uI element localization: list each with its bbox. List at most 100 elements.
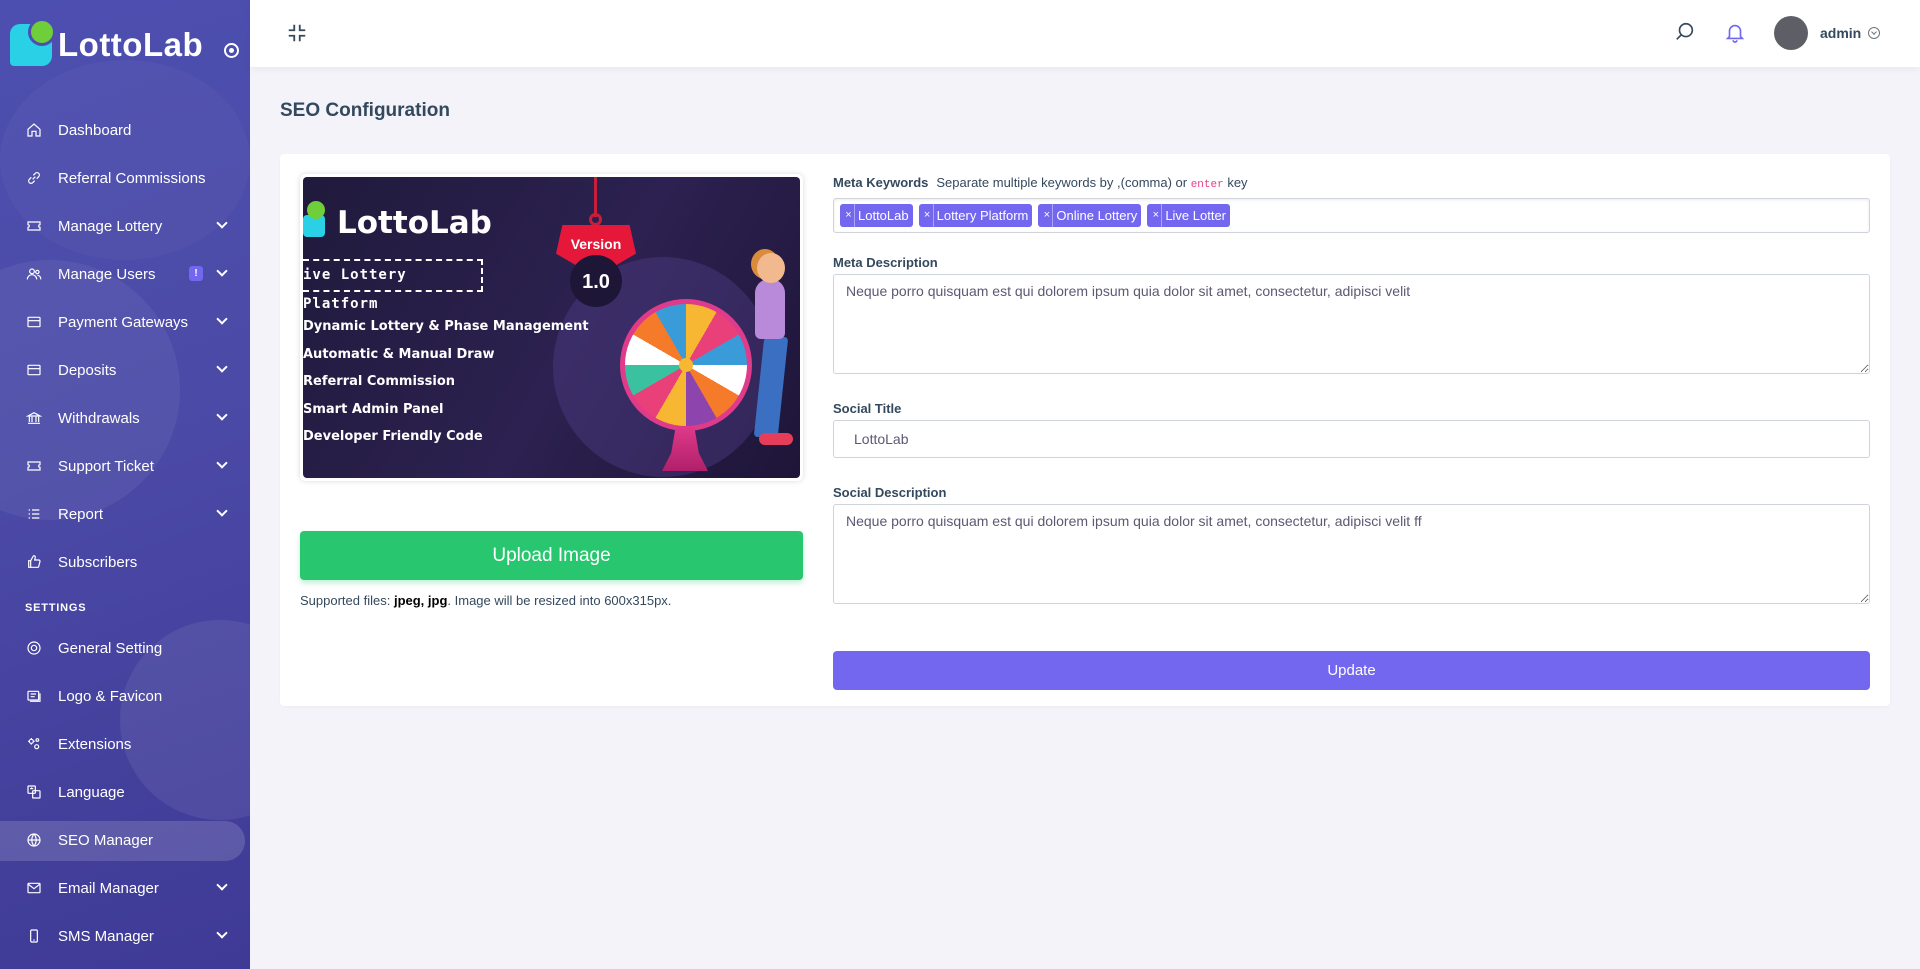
preview-decoration [594,177,597,217]
sidebar-item-language[interactable]: Language [0,768,250,816]
upload-note-prefix: Supported files: [300,593,394,608]
social-description-field[interactable]: Neque porro quisquam est qui dolorem ips… [833,504,1870,604]
sidebar-item-label: Payment Gateways [58,313,189,331]
home-icon [25,121,43,139]
chevron-down-icon [216,313,228,325]
mobile-icon [25,927,43,945]
sidebar-item-support-ticket[interactable]: Support Ticket [0,442,250,490]
hint-comma: ,(comma) or [1117,175,1191,190]
upload-note-types: jpeg, jpg [393,593,448,608]
keyword-tag-label: LottoLab [858,208,909,223]
language-icon [25,783,43,801]
sidebar-item-withdrawals[interactable]: Withdrawals [0,394,250,442]
sidebar-toggle-icon[interactable] [224,43,239,58]
sidebar: LottoLab Dashboard Referral Commissions … [0,0,250,969]
compress-icon[interactable] [286,22,308,44]
brand-name: LottoLab [58,26,204,63]
preview-version-number: 1.0 [570,255,622,307]
remove-tag-button[interactable]: × [1150,204,1163,227]
avatar[interactable] [1774,16,1808,50]
sidebar-item-label: Manage Lottery [58,217,163,235]
credit-card-icon [25,361,43,379]
list-icon [25,505,43,523]
link-icon [25,169,43,187]
preview-logo-text: LottoLab [337,205,492,241]
sidebar-item-subscribers[interactable]: Subscribers [0,538,250,586]
chevron-down-icon [216,505,228,517]
sidebar-item-label: Email Manager [58,879,159,897]
keyword-tag: × Live Lotter [1147,204,1231,227]
chevron-down-icon [216,217,228,229]
sidebar-item-manage-users[interactable]: Manage Users ! [0,250,250,298]
chevron-down-icon [216,361,228,373]
sidebar-item-label: Deposits [58,361,117,379]
social-title-label: Social Title [833,401,902,416]
search-icon[interactable] [1674,21,1696,43]
meta-keywords-label-row: Meta Keywords Separate multiple keywords … [833,174,1248,192]
lottery-wheel-illustration [620,299,752,431]
keyword-tag: × LottoLab [840,204,913,227]
credit-card-icon [25,313,43,331]
meta-keywords-label: Meta Keywords [833,175,929,190]
sidebar-item-general-setting[interactable]: General Setting [0,624,250,672]
meta-keywords-input[interactable]: × LottoLab × Lottery Platform × Online Lott… [833,198,1870,233]
sidebar-item-label: Subscribers [58,553,138,571]
preview-feature: Dynamic Lottery & Phase Management [303,319,589,334]
chevron-down-icon [216,927,228,939]
sidebar-item-payment-gateways[interactable]: Payment Gateways [0,298,250,346]
sidebar-item-email-manager[interactable]: Email Manager [0,864,250,912]
bell-icon[interactable] [1724,21,1746,43]
sidebar-item-label: SMS Manager [58,927,154,945]
sidebar-item-label: Referral Commissions [58,169,206,187]
sidebar-item-report[interactable]: Report [0,490,250,538]
thumbs-up-icon [25,553,43,571]
hint-key: enter [1190,179,1224,191]
upload-image-button[interactable]: Upload Image [300,531,803,580]
brand-logo[interactable]: LottoLab [10,18,204,70]
preview-feature: Automatic & Manual Draw [303,347,495,362]
images-icon [25,687,43,705]
remove-tag-button[interactable]: × [1041,204,1054,227]
sidebar-item-referral-commissions[interactable]: Referral Commissions [0,154,250,202]
remove-tag-button[interactable]: × [922,204,934,227]
ticket-icon [25,457,43,475]
preview-feature: Referral Commission [303,374,456,389]
sidebar-item-dashboard[interactable]: Dashboard [0,106,250,154]
envelope-icon [25,879,43,897]
meta-description-field[interactable]: Neque porro quisquam est qui dolorem ips… [833,274,1870,374]
username[interactable]: admin [1820,25,1861,41]
hint-prefix: Separate multiple keywords by [936,175,1118,190]
seo-card: LottoLab ive Lottery Platform Dynamic Lo… [280,154,1890,706]
social-description-label: Social Description [833,485,947,500]
chevron-down-icon [216,265,228,277]
preview-feature: Smart Admin Panel [303,402,444,417]
sidebar-item-manage-lottery[interactable]: Manage Lottery [0,202,250,250]
keyword-tag-label: Live Lotter [1165,208,1227,223]
remove-tag-button[interactable]: × [843,204,855,227]
update-button[interactable]: Update [833,651,1870,690]
sidebar-item-logo-favicon[interactable]: Logo & Favicon [0,672,250,720]
chevron-down-icon [216,457,228,469]
sidebar-item-extensions[interactable]: Extensions [0,720,250,768]
users-icon [25,265,43,283]
upload-note: Supported files: jpeg, jpg. Image will b… [300,593,671,608]
chevron-down-icon [216,879,228,891]
character-illustration [757,253,785,283]
sidebar-item-label: Manage Users [58,265,156,283]
meta-description-label: Meta Description [833,255,938,270]
sidebar-item-seo-manager[interactable]: SEO Manager [0,816,250,864]
sidebar-item-sms-manager[interactable]: SMS Manager [0,912,250,960]
chevron-down-icon[interactable] [1868,27,1880,39]
seo-image-preview: LottoLab ive Lottery Platform Dynamic Lo… [300,174,803,481]
settings-heading: SETTINGS [25,602,87,614]
social-title-field[interactable] [833,420,1870,458]
ticket-icon [25,217,43,235]
keyword-tag: × Lottery Platform [918,204,1033,227]
hint-suffix: key [1223,175,1248,190]
sidebar-item-label: Dashboard [58,121,132,139]
chevron-down-icon [216,409,228,421]
sidebar-item-label: Language [58,783,125,801]
topbar: admin [250,0,1920,67]
meta-keywords-hint: Separate multiple keywords by ,(comma) o… [936,175,1248,191]
sidebar-item-deposits[interactable]: Deposits [0,346,250,394]
